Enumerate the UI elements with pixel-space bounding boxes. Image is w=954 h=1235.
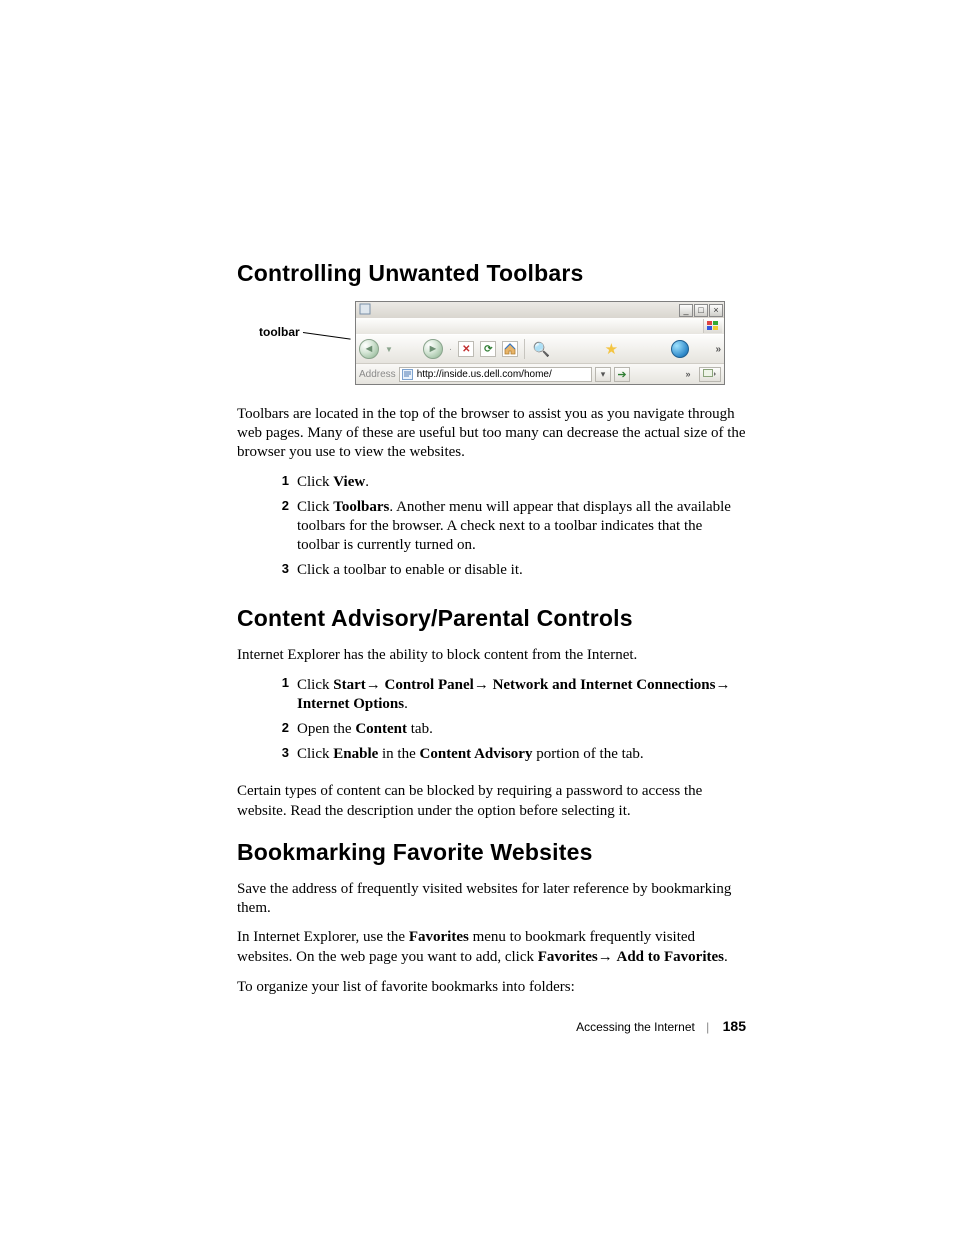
step-bold: View xyxy=(333,474,365,490)
toolbar-overflow-icon[interactable]: » xyxy=(715,344,721,355)
parental-intro-paragraph: Internet Explorer has the ability to blo… xyxy=(237,646,746,665)
parental-step-1: 1 Click Start→ Control Panel→ Network an… xyxy=(267,675,746,720)
window-controls: _ □ × xyxy=(679,304,723,317)
close-button[interactable]: × xyxy=(709,304,723,317)
toolbar-dash: · xyxy=(449,344,452,355)
arrow-icon: → xyxy=(598,948,613,965)
back-dropdown-icon[interactable]: ▼ xyxy=(385,345,393,354)
step-text: in the xyxy=(378,746,419,762)
step-number: 2 xyxy=(267,720,289,737)
ie-address-bar: Address http://inside.us.dell.com/home/ … xyxy=(356,363,724,384)
address-dropdown-icon[interactable]: ▾ xyxy=(595,367,611,382)
figure-leader-line xyxy=(303,332,351,340)
step-text: portion of the tab. xyxy=(532,746,643,762)
parental-step-2: 2 Open the Content tab. xyxy=(267,720,746,745)
page-footer: Accessing the Internet | 185 xyxy=(0,1018,746,1034)
toolbars-steps-list: 1 Click View. 2 Click Toolbars. Another … xyxy=(237,473,746,587)
address-label: Address xyxy=(359,369,396,380)
heading-bookmarking: Bookmarking Favorite Websites xyxy=(237,839,746,866)
step-number: 1 xyxy=(267,675,289,692)
step-number: 3 xyxy=(267,561,289,578)
step-bold: Control Panel xyxy=(385,677,474,693)
forward-button[interactable]: ► xyxy=(423,339,443,359)
step-text: Click a toolbar to enable or disable it. xyxy=(297,562,523,578)
step-number: 2 xyxy=(267,498,289,515)
step-number: 3 xyxy=(267,745,289,762)
heading-parental-controls: Content Advisory/Parental Controls xyxy=(237,605,746,632)
footer-divider: | xyxy=(706,1020,709,1034)
search-icon[interactable]: 🔍 xyxy=(531,339,551,359)
footer-section-name: Accessing the Internet xyxy=(576,1020,695,1034)
step-bold: Content Advisory xyxy=(420,746,533,762)
address-url-text: http://inside.us.dell.com/home/ xyxy=(417,369,552,380)
step-bold: Content xyxy=(355,721,407,737)
browser-figure: toolbar _ □ × ◄ ▼ xyxy=(259,301,768,391)
address-input[interactable]: http://inside.us.dell.com/home/ xyxy=(399,367,592,382)
refresh-icon[interactable]: ⟳ xyxy=(480,341,496,357)
arrow-icon: → xyxy=(715,676,730,693)
p-bold: Favorites xyxy=(409,929,469,945)
step-bold: Start xyxy=(333,677,366,693)
p-bold: Favorites xyxy=(538,949,598,965)
step-text: Click xyxy=(297,746,333,762)
bookmarks-p1: Save the address of frequently visited w… xyxy=(237,880,746,918)
back-button[interactable]: ◄ xyxy=(359,339,379,359)
step-text: . xyxy=(365,474,369,490)
home-icon[interactable] xyxy=(502,341,518,357)
arrow-icon: → xyxy=(366,676,381,693)
parental-steps-list: 1 Click Start→ Control Panel→ Network an… xyxy=(237,675,746,771)
step-text: Click xyxy=(297,677,333,693)
toolbars-step-2: 2 Click Toolbars. Another menu will appe… xyxy=(267,498,746,562)
ie-titlebar: _ □ × xyxy=(356,302,724,318)
figure-label-toolbar: toolbar xyxy=(259,325,300,339)
favorites-icon[interactable]: ★ xyxy=(601,339,621,359)
step-text: tab. xyxy=(407,721,433,737)
p-text: In Internet Explorer, use the xyxy=(237,929,409,945)
history-globe-icon[interactable] xyxy=(671,340,689,358)
minimize-button[interactable]: _ xyxy=(679,304,693,317)
step-text: Click xyxy=(297,499,333,515)
arrow-icon: → xyxy=(474,676,489,693)
step-text: Click xyxy=(297,474,333,490)
page-favicon-icon xyxy=(402,368,414,380)
parental-step-3: 3 Click Enable in the Content Advisory p… xyxy=(267,745,746,770)
toolbars-intro-paragraph: Toolbars are located in the top of the b… xyxy=(237,405,746,463)
footer-page-number: 185 xyxy=(723,1018,746,1034)
step-bold: Toolbars xyxy=(333,499,389,515)
heading-controlling-toolbars: Controlling Unwanted Toolbars xyxy=(237,260,746,287)
step-bold: Network and Internet Connections xyxy=(493,677,716,693)
links-button[interactable] xyxy=(699,367,721,382)
addressbar-overflow-icon[interactable]: » xyxy=(680,367,696,382)
step-number: 1 xyxy=(267,473,289,490)
ie-navigation-toolbar: ◄ ▼ ► · ✕ ⟳ 🔍 ★ » xyxy=(356,334,724,363)
maximize-button[interactable]: □ xyxy=(694,304,708,317)
document-page: Controlling Unwanted Toolbars toolbar _ … xyxy=(0,0,954,1235)
ie-app-icon xyxy=(359,303,371,318)
step-bold: Internet Options xyxy=(297,696,404,712)
bookmarks-p3: To organize your list of favorite bookma… xyxy=(237,978,746,997)
p-bold: Add to Favorites xyxy=(617,949,725,965)
stop-icon[interactable]: ✕ xyxy=(458,341,474,357)
bookmarks-p2: In Internet Explorer, use the Favorites … xyxy=(237,928,746,967)
go-button[interactable]: ➔ xyxy=(614,367,630,382)
toolbars-step-1: 1 Click View. xyxy=(267,473,746,498)
parental-outro-paragraph: Certain types of content can be blocked … xyxy=(237,782,746,820)
toolbar-separator xyxy=(524,339,525,359)
ie-window: _ □ × ◄ ▼ ► · ✕ ⟳ xyxy=(355,301,725,385)
toolbars-step-3: 3 Click a toolbar to enable or disable i… xyxy=(267,561,746,586)
ie-throbber-icon xyxy=(703,319,722,333)
step-bold: Enable xyxy=(333,746,378,762)
step-text: Open the xyxy=(297,721,355,737)
ie-menubar xyxy=(356,318,724,334)
